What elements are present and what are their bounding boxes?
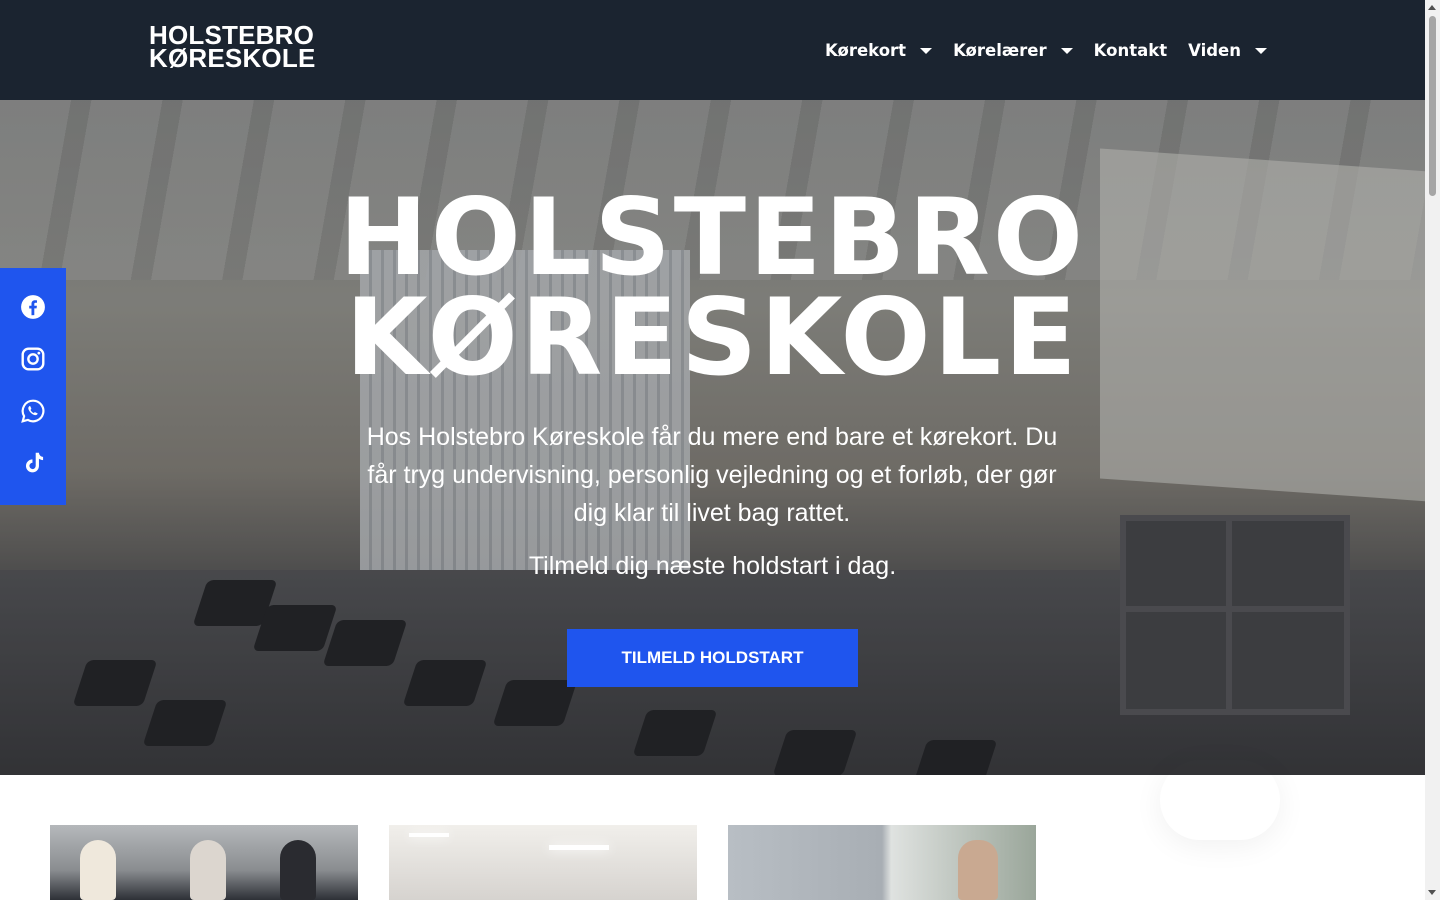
- hero-description: Hos Holstebro Køreskole får du mere end …: [366, 423, 1058, 527]
- card-image-classroom[interactable]: [389, 825, 697, 900]
- scroll-down-icon[interactable]: [1428, 890, 1436, 895]
- caret-down-icon: [920, 48, 933, 54]
- facebook-icon[interactable]: [20, 294, 46, 320]
- photo-person: [80, 840, 116, 900]
- caret-down-icon: [1255, 48, 1267, 54]
- social-sidebar: [0, 268, 66, 505]
- instagram-icon[interactable]: [20, 346, 46, 372]
- hero-section: HOLSTEBRO KØRESKOLE Hos Holstebro Køresk…: [0, 100, 1425, 775]
- floating-widget-shadow: [1160, 760, 1280, 840]
- nav-label: Kontakt: [1093, 40, 1168, 60]
- scroll-up-icon[interactable]: [1428, 5, 1436, 10]
- photo-person: [958, 840, 998, 900]
- site-header: HOLSTEBRO KØRESKOLE Kørekort Kørelærer K…: [0, 0, 1425, 100]
- nav-item-korekort[interactable]: Kørekort: [825, 38, 933, 62]
- hero-subtext: Tilmeld dig næste holdstart i dag.: [528, 552, 897, 580]
- nav-item-korelaerer[interactable]: Kørelærer: [953, 38, 1073, 62]
- photo-person: [190, 840, 226, 900]
- nav-item-kontakt[interactable]: Kontakt: [1094, 38, 1167, 62]
- site-logo[interactable]: HOLSTEBRO KØRESKOLE: [149, 22, 316, 73]
- hero-title-line-1: HOLSTEBRO: [339, 176, 1086, 299]
- logo-line-2: KØRESKOLE: [149, 43, 316, 73]
- tiktok-icon[interactable]: [20, 450, 46, 476]
- hero-title-line-2: KØRESKOLE: [345, 276, 1080, 399]
- scroll-thumb[interactable]: [1429, 16, 1436, 196]
- nav-label: Kørekort: [825, 40, 907, 60]
- card-image-instructor[interactable]: [728, 825, 1036, 900]
- nav-label: Viden: [1188, 40, 1241, 60]
- photo-ceiling-light: [549, 845, 609, 850]
- caret-down-icon: [1060, 48, 1073, 54]
- nav-item-viden[interactable]: Viden: [1188, 38, 1267, 62]
- photo-person: [280, 840, 316, 900]
- card-image-students[interactable]: [50, 825, 358, 900]
- whatsapp-icon[interactable]: [20, 398, 46, 424]
- nav-label: Kørelærer: [953, 40, 1047, 60]
- hero-title: HOLSTEBRO KØRESKOLE: [0, 176, 1425, 399]
- signup-button[interactable]: TILMELD HOLDSTART: [567, 629, 858, 687]
- photo-ceiling-light: [409, 833, 449, 837]
- image-cards: [50, 825, 1036, 900]
- main-nav: Kørekort Kørelærer Kontakt Viden: [825, 38, 1267, 62]
- page-scrollbar[interactable]: [1425, 0, 1440, 900]
